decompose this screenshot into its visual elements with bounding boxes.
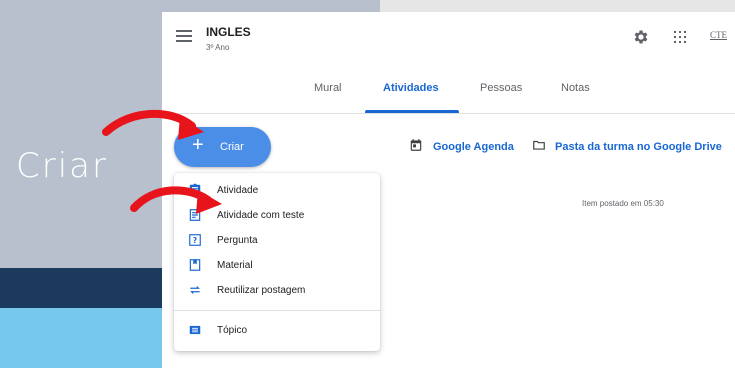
tab-atividades[interactable]: Atividades bbox=[383, 82, 439, 94]
reuse-icon bbox=[188, 283, 202, 297]
class-subtitle: 3º Ano bbox=[206, 43, 230, 52]
drive-folder-link[interactable]: Pasta da turma no Google Drive bbox=[555, 141, 722, 153]
menu-item-reutilizar-postagem[interactable]: Reutilizar postagem bbox=[174, 281, 380, 301]
tab-notas[interactable]: Notas bbox=[561, 82, 590, 94]
slide-caption: Criar bbox=[16, 146, 108, 186]
menu-item-label: Pergunta bbox=[217, 235, 258, 246]
topic-icon bbox=[188, 323, 202, 337]
tab-divider bbox=[162, 113, 735, 114]
material-icon bbox=[188, 258, 202, 272]
menu-item-label: Atividade com teste bbox=[217, 210, 305, 221]
menu-item-topico[interactable]: Tópico bbox=[174, 321, 380, 341]
svg-text:?: ? bbox=[193, 236, 197, 245]
calendar-icon bbox=[409, 138, 423, 152]
class-title[interactable]: INGLES bbox=[206, 25, 251, 39]
menu-item-label: Reutilizar postagem bbox=[217, 285, 306, 296]
posted-timestamp: Item postado em 05:30 bbox=[582, 199, 664, 208]
apps-icon[interactable] bbox=[674, 31, 686, 43]
tab-pessoas[interactable]: Pessoas bbox=[480, 82, 522, 94]
classroom-screenshot: INGLES 3º Ano CTE Mural Atividades Pesso… bbox=[162, 12, 735, 368]
top-strip bbox=[380, 0, 735, 12]
red-arrow-icon bbox=[102, 109, 204, 140]
account-label[interactable]: CTE bbox=[710, 30, 727, 40]
create-button-label: Criar bbox=[220, 141, 244, 153]
gear-icon[interactable] bbox=[632, 28, 650, 46]
menu-icon[interactable] bbox=[176, 30, 192, 42]
question-icon: ? bbox=[188, 233, 202, 247]
menu-item-label: Tópico bbox=[217, 325, 248, 336]
menu-item-pergunta[interactable]: ? Pergunta bbox=[174, 231, 380, 251]
menu-item-material[interactable]: Material bbox=[174, 256, 380, 276]
google-calendar-link[interactable]: Google Agenda bbox=[433, 141, 514, 153]
menu-item-label: Material bbox=[217, 260, 253, 271]
tab-mural[interactable]: Mural bbox=[314, 82, 342, 94]
red-arrow-icon bbox=[130, 186, 222, 214]
menu-divider bbox=[174, 310, 380, 311]
folder-icon bbox=[532, 138, 546, 152]
